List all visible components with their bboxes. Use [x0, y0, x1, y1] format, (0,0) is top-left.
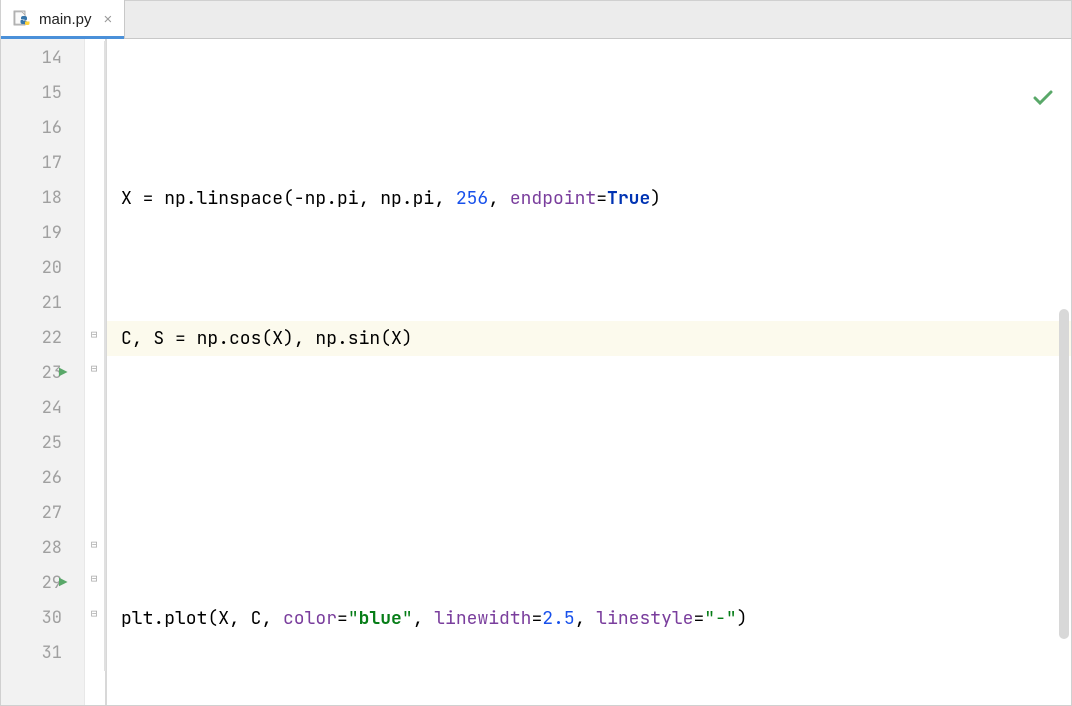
fold-icon[interactable]: ⊟: [88, 608, 100, 620]
python-file-icon: [13, 10, 31, 28]
code-editor[interactable]: 14 15 16 17 18 19 20 21 22 23▶ 24 25 26 …: [1, 39, 1071, 705]
editor-tab-main[interactable]: main.py ×: [1, 0, 125, 38]
tab-bar: main.py ×: [1, 1, 1071, 39]
code-line: [107, 461, 1071, 496]
code-line: plt.plot(X, C, color="blue", linewidth=2…: [107, 601, 1071, 636]
fold-icon[interactable]: ⊟: [88, 573, 100, 585]
tab-close-icon[interactable]: ×: [104, 11, 113, 28]
fold-gutter: ⊟ ⊟ ⊟ ⊟ ⊟: [85, 39, 107, 705]
line-number-gutter: 14 15 16 17 18 19 20 21 22 23▶ 24 25 26 …: [1, 39, 85, 705]
fold-icon[interactable]: ⊟: [88, 363, 100, 375]
fold-icon[interactable]: ⊟: [88, 329, 100, 341]
code-line-current: C, S = np.cos(X), np.sin(X): [107, 321, 1071, 356]
inspection-ok-icon[interactable]: [961, 47, 1053, 152]
tab-filename: main.py: [39, 11, 92, 28]
code-area[interactable]: X = np.linspace(-np.pi, np.pi, 256, endp…: [107, 39, 1071, 705]
vertical-scrollbar[interactable]: [1059, 309, 1069, 639]
code-line: X = np.linspace(-np.pi, np.pi, 256, endp…: [107, 181, 1071, 216]
run-cell-icon[interactable]: ▶: [59, 566, 67, 601]
fold-icon[interactable]: ⊟: [88, 539, 100, 551]
run-cell-icon[interactable]: ▶: [59, 356, 67, 391]
